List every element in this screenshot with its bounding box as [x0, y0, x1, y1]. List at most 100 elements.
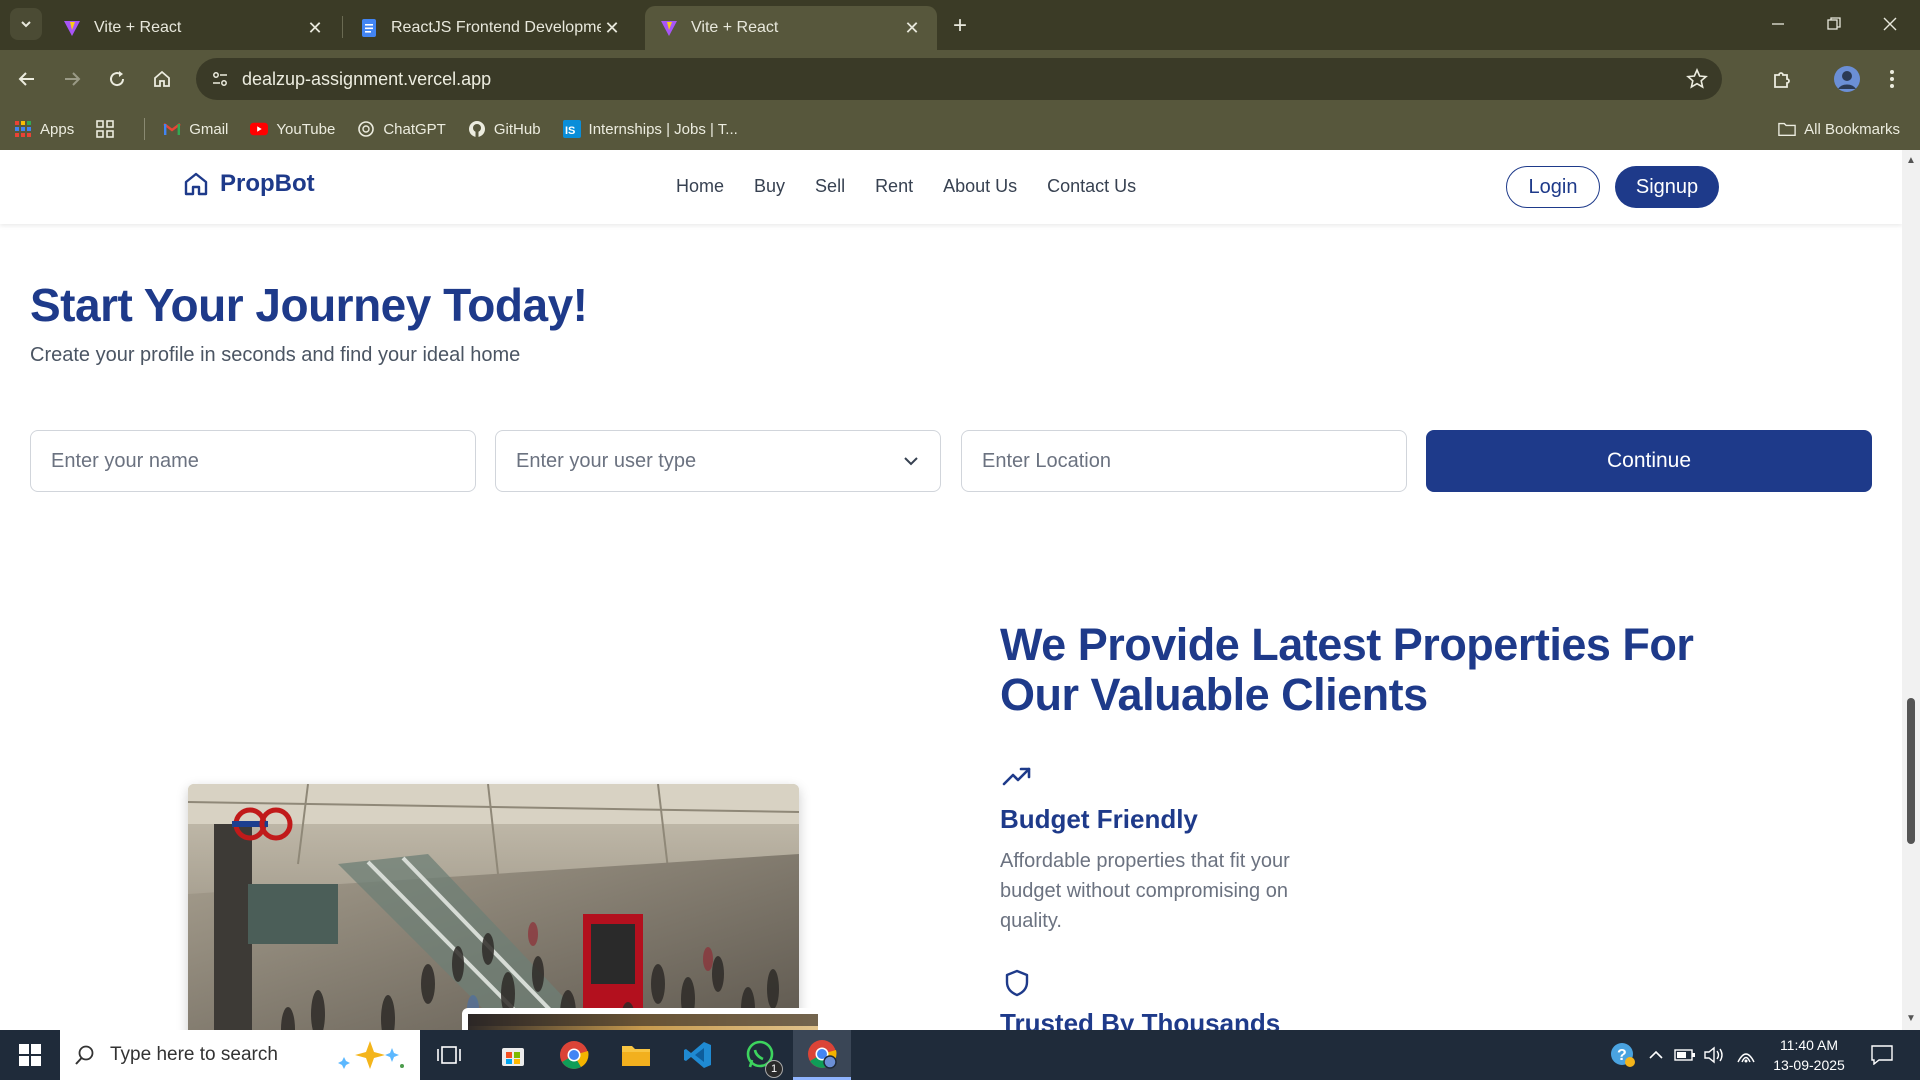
page-scrollbar[interactable]: ▲ ▼ — [1902, 150, 1920, 1030]
nav-contact-us[interactable]: Contact Us — [1047, 176, 1136, 197]
search-icon — [75, 1045, 94, 1065]
extensions-button[interactable] — [1765, 62, 1799, 96]
gmail-icon — [163, 120, 181, 138]
youtube-icon — [250, 120, 269, 138]
site-info-icon[interactable] — [210, 69, 230, 89]
address-bar[interactable]: dealzup-assignment.vercel.app — [196, 58, 1722, 100]
volume-tray[interactable] — [1700, 1030, 1728, 1080]
location-field[interactable] — [961, 430, 1407, 492]
internshala-icon: IS — [562, 120, 581, 138]
user-type-select[interactable]: Enter your user type — [495, 430, 941, 492]
browser-toolbar: dealzup-assignment.vercel.app — [0, 50, 1920, 108]
close-icon — [1883, 17, 1897, 31]
bookmark-youtube[interactable]: YouTube — [250, 120, 335, 138]
bookmark-label: GitHub — [493, 120, 541, 138]
brand-logo[interactable]: PropBot — [182, 170, 315, 198]
tab-vite-react-1[interactable]: Vite + React ✕ — [48, 6, 340, 50]
arrow-left-icon — [18, 72, 34, 86]
start-button[interactable] — [0, 1030, 60, 1080]
copilot-sparkle-icon — [338, 1041, 404, 1069]
network-tray[interactable] — [1732, 1030, 1760, 1080]
bookmark-apps[interactable]: Apps — [14, 120, 74, 138]
task-view-button[interactable] — [420, 1030, 478, 1080]
tab-reactjs-doc[interactable]: ReactJS Frontend Development ✕ — [345, 6, 637, 50]
speaker-icon — [1704, 1046, 1723, 1064]
minimize-icon — [1772, 23, 1784, 25]
tab-search-button[interactable] — [10, 8, 42, 40]
profile-avatar[interactable] — [1830, 62, 1864, 96]
taskbar-vscode[interactable] — [669, 1030, 727, 1080]
notification-icon — [1871, 1045, 1893, 1065]
chevron-down-icon — [21, 21, 31, 28]
close-tab-icon[interactable]: ✕ — [601, 17, 623, 39]
signup-button[interactable]: Signup — [1615, 166, 1719, 208]
nav-buy[interactable]: Buy — [754, 176, 785, 197]
clock-date: 13-09-2025 — [1773, 1057, 1845, 1073]
nav-about-us[interactable]: About Us — [943, 176, 1017, 197]
reload-button[interactable] — [100, 62, 134, 96]
taskbar-file-explorer[interactable] — [607, 1030, 665, 1080]
apps-grid-icon — [14, 120, 32, 138]
scrollbar-thumb[interactable] — [1907, 698, 1915, 844]
close-tab-icon[interactable]: ✕ — [901, 17, 923, 39]
taskbar-clock[interactable]: 11:40 AM 13-09-2025 — [1762, 1035, 1856, 1075]
taskbar-chrome[interactable] — [545, 1030, 603, 1080]
taskbar-store[interactable] — [484, 1030, 542, 1080]
chrome-profile-icon — [808, 1039, 837, 1069]
help-tray-icon[interactable]: ? — [1606, 1030, 1640, 1080]
bookmark-gmail[interactable]: Gmail — [163, 120, 228, 138]
taskbar-whatsapp[interactable]: 1 — [731, 1030, 789, 1080]
tab-groups-button[interactable] — [96, 120, 122, 138]
show-hidden-icons-button[interactable] — [1644, 1030, 1668, 1080]
battery-tray[interactable] — [1672, 1030, 1698, 1080]
tab-divider — [342, 16, 343, 38]
minimize-button[interactable] — [1750, 0, 1806, 48]
sunset-house-photo — [462, 1008, 824, 1030]
hero-title: Start Your Journey Today! — [30, 279, 588, 331]
forward-button[interactable] — [55, 62, 89, 96]
google-docs-favicon-icon — [362, 19, 376, 37]
bookmark-github[interactable]: GitHub — [468, 120, 541, 138]
whatsapp-badge: 1 — [765, 1060, 783, 1078]
house-icon — [184, 172, 208, 196]
bookmark-star-icon[interactable] — [1686, 68, 1708, 90]
nav-sell[interactable]: Sell — [815, 176, 845, 197]
back-button[interactable] — [10, 62, 44, 96]
folder-icon — [1778, 120, 1796, 138]
continue-button[interactable]: Continue — [1426, 430, 1872, 492]
browser-menu-button[interactable] — [1875, 62, 1909, 96]
location-input[interactable] — [982, 449, 1386, 473]
bookmarks-divider — [144, 118, 146, 140]
taskbar-chrome-profile-active[interactable] — [793, 1030, 851, 1080]
bookmark-internshala[interactable]: IS Internships | Jobs | T... — [562, 120, 738, 138]
feature-trusted-title: Trusted By Thousands — [1000, 1008, 1281, 1030]
restore-button[interactable] — [1806, 0, 1862, 48]
bookmark-label: ChatGPT — [383, 120, 446, 138]
brand-name: PropBot — [220, 170, 315, 197]
nav-home[interactable]: Home — [676, 176, 724, 197]
puzzle-icon — [1774, 72, 1790, 88]
scroll-up-icon[interactable]: ▲ — [1906, 156, 1916, 166]
svg-text:IS: IS — [565, 125, 575, 137]
close-window-button[interactable] — [1862, 0, 1918, 48]
close-tab-icon[interactable]: ✕ — [304, 17, 326, 39]
tab-vite-react-active[interactable]: Vite + React ✕ — [645, 6, 937, 50]
name-input[interactable] — [51, 449, 455, 473]
site-header: PropBot Home Buy Sell Rent About Us Cont… — [0, 150, 1902, 224]
grid-icon — [96, 120, 115, 138]
windows-taskbar: Type here to search 1 ? 11:40 AM 13-09-2… — [0, 1030, 1920, 1080]
new-tab-button[interactable]: + — [946, 12, 974, 40]
avatar-icon — [1834, 66, 1860, 92]
tab-title: ReactJS Frontend Development — [391, 19, 601, 36]
scroll-down-icon[interactable]: ▼ — [1906, 1014, 1916, 1024]
all-bookmarks-label: All Bookmarks — [1804, 120, 1900, 138]
login-button[interactable]: Login — [1506, 166, 1600, 208]
nav-rent[interactable]: Rent — [875, 176, 913, 197]
bookmark-label: Apps — [40, 120, 75, 138]
name-field[interactable] — [30, 430, 476, 492]
taskbar-search-box[interactable]: Type here to search — [60, 1030, 420, 1080]
bookmark-chatgpt[interactable]: ChatGPT — [357, 120, 446, 138]
all-bookmarks-button[interactable]: All Bookmarks — [1778, 120, 1900, 138]
notifications-button[interactable] — [1862, 1030, 1902, 1080]
home-button[interactable] — [145, 62, 179, 96]
